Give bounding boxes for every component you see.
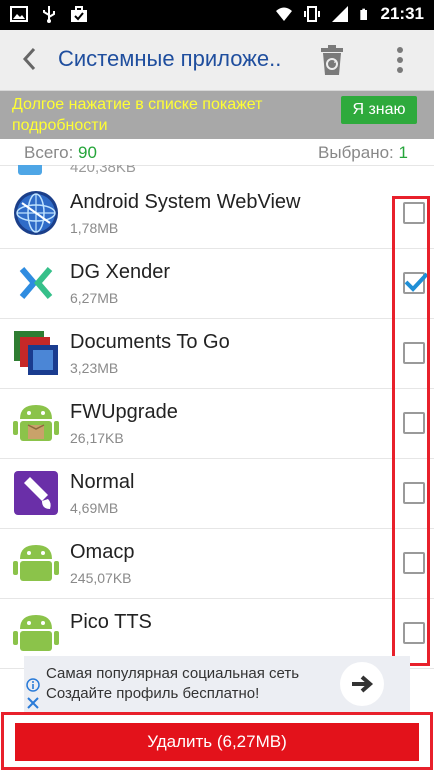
- select-checkbox[interactable]: [403, 622, 425, 644]
- delete-button-highlight: Удалить (6,27MB): [1, 712, 433, 770]
- app-name: DG Xender: [70, 261, 171, 283]
- selected-label: Выбрано:: [318, 143, 394, 162]
- select-checkbox[interactable]: [403, 482, 425, 504]
- webview-icon: [14, 191, 58, 235]
- list-item[interactable]: FWUpgrade 26,17KB: [0, 388, 434, 459]
- clock: 21:31: [380, 4, 424, 23]
- info-icon[interactable]: [26, 678, 40, 692]
- select-checkbox-checked[interactable]: [403, 272, 429, 294]
- page-title: Системные приложе..: [58, 46, 282, 71]
- wifi-icon: [275, 7, 292, 21]
- app-name: Pico TTS: [70, 611, 152, 633]
- android-icon: [13, 545, 59, 581]
- gallery-icon: [10, 6, 28, 22]
- total-value: 90: [78, 143, 97, 162]
- app-icon: [18, 165, 42, 175]
- ad-banner[interactable]: Самая популярная социальная сеть Создайт…: [24, 656, 410, 712]
- ad-line-1: Самая популярная социальная сеть: [46, 665, 300, 682]
- hint-banner: Долгое нажатие в списке покажет подробно…: [0, 91, 434, 139]
- app-size: 26,17KB: [70, 430, 124, 446]
- got-it-button[interactable]: Я знаю: [341, 96, 417, 124]
- app-name: Documents To Go: [70, 331, 230, 353]
- select-checkbox[interactable]: [403, 412, 425, 434]
- overflow-menu-icon[interactable]: [392, 44, 408, 76]
- app-name: FWUpgrade: [70, 401, 178, 423]
- select-checkbox[interactable]: [403, 342, 425, 364]
- back-chevron-icon[interactable]: [16, 44, 42, 74]
- app-size: 1,78MB: [70, 220, 119, 236]
- status-bar: 21:31: [0, 0, 434, 30]
- list-item[interactable]: DG Xender 6,27MB: [0, 248, 434, 319]
- android-icon: [13, 615, 59, 651]
- app-size: 3,23MB: [70, 360, 119, 376]
- app-size: 245,07KB: [70, 570, 132, 586]
- vibrate-icon: [303, 6, 320, 22]
- list-item[interactable]: Normal 4,69MB: [0, 458, 434, 529]
- app-name: Omacp: [70, 541, 135, 563]
- app-size: 6,27MB: [70, 290, 119, 306]
- app-bar: Системные приложе..: [0, 30, 434, 91]
- delete-button[interactable]: Удалить (6,27MB): [15, 723, 419, 761]
- total-count: Всего: 90: [24, 143, 97, 163]
- select-checkbox[interactable]: [403, 552, 425, 574]
- selected-count: Выбрано: 1: [318, 143, 408, 163]
- hint-text: Долгое нажатие в списке покажет подробно…: [12, 96, 263, 134]
- ad-line-2: Создайте профиль бесплатно!: [46, 685, 260, 702]
- ad-arrow-button[interactable]: [340, 662, 384, 706]
- selected-value: 1: [398, 143, 408, 162]
- list-item[interactable]: Documents To Go 3,23MB: [0, 318, 434, 389]
- list-item[interactable]: Omacp 245,07KB: [0, 528, 434, 599]
- app-name: Normal: [70, 471, 135, 493]
- total-label: Всего:: [24, 143, 74, 162]
- theme-paint-icon: [14, 471, 58, 515]
- select-checkbox[interactable]: [403, 202, 425, 224]
- app-size: 420,38KB: [70, 165, 136, 176]
- checkmark-icon: [404, 272, 429, 292]
- arrow-right-icon: [352, 675, 374, 693]
- app-name: Android System WebView: [70, 191, 301, 213]
- counts-bar: Всего: 90 Выбрано: 1: [0, 140, 434, 166]
- list-item-partial[interactable]: 420,38KB: [0, 165, 434, 178]
- android-box-icon: [13, 405, 59, 441]
- usb-icon: [43, 6, 55, 23]
- documents-to-go-icon: [14, 331, 58, 375]
- signal-icon: [331, 6, 348, 22]
- list-item[interactable]: Android System WebView 1,78MB: [0, 178, 434, 249]
- battery-icon: [359, 8, 367, 20]
- close-ad-icon[interactable]: [26, 696, 40, 710]
- recycle-bin-icon[interactable]: [318, 44, 346, 76]
- briefcase-check-icon: [71, 6, 87, 22]
- xender-icon: [14, 261, 58, 305]
- app-size: 4,69MB: [70, 500, 119, 516]
